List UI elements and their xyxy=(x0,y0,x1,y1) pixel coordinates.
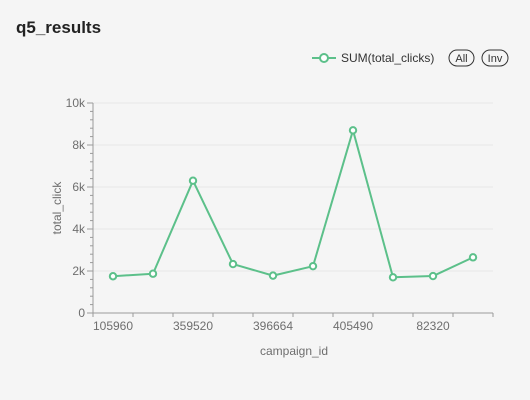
y-axis-title: total_click xyxy=(50,181,64,235)
data-point xyxy=(228,259,238,269)
legend-all-label: All xyxy=(455,53,467,65)
chart-panel: q5_results SUM(total_clicks) All Inv 0 2k… xyxy=(0,0,530,400)
data-point xyxy=(268,271,278,280)
data-point xyxy=(308,261,318,271)
legend-series-label: SUM(total_clicks) xyxy=(341,51,434,65)
legend: SUM(total_clicks) All Inv xyxy=(312,49,509,67)
y-tick-label: 0 xyxy=(78,306,85,320)
x-tick-label: 359520 xyxy=(173,319,213,333)
y-axis: 0 2k 4k 6k 8k 10k xyxy=(66,96,94,320)
series-line xyxy=(112,129,474,279)
y-tick-label: 2k xyxy=(72,264,86,278)
data-point xyxy=(428,271,438,281)
data-point xyxy=(468,253,478,262)
data-point xyxy=(108,272,118,281)
x-tick-label: 105960 xyxy=(93,319,133,333)
y-tick-label: 6k xyxy=(72,180,86,194)
x-axis: 105960 359520 396664 405490 82320 xyxy=(92,312,494,333)
x-axis-title: campaign_id xyxy=(260,344,328,358)
line-chart: SUM(total_clicks) All Inv 0 2k 4k 6k 8k 10k 1… xyxy=(50,49,509,358)
y-tick-label: 4k xyxy=(72,222,86,236)
data-point xyxy=(148,269,158,278)
legend-series-item[interactable]: SUM(total_clicks) xyxy=(312,51,434,65)
legend-all-button[interactable]: All xyxy=(448,49,475,67)
legend-inv-button[interactable]: Inv xyxy=(481,49,509,67)
grid-lines xyxy=(93,102,493,272)
series-sum-total-clicks xyxy=(108,126,478,282)
data-point xyxy=(388,273,398,282)
data-point xyxy=(188,176,198,185)
x-tick-label: 396664 xyxy=(253,319,293,333)
x-tick-label: 82320 xyxy=(416,319,450,333)
y-tick-label: 10k xyxy=(66,96,86,110)
y-tick-label: 8k xyxy=(72,138,86,152)
data-point xyxy=(348,126,358,135)
legend-series-marker xyxy=(319,53,329,63)
legend-inv-label: Inv xyxy=(488,53,503,65)
x-tick-label: 405490 xyxy=(333,319,373,333)
